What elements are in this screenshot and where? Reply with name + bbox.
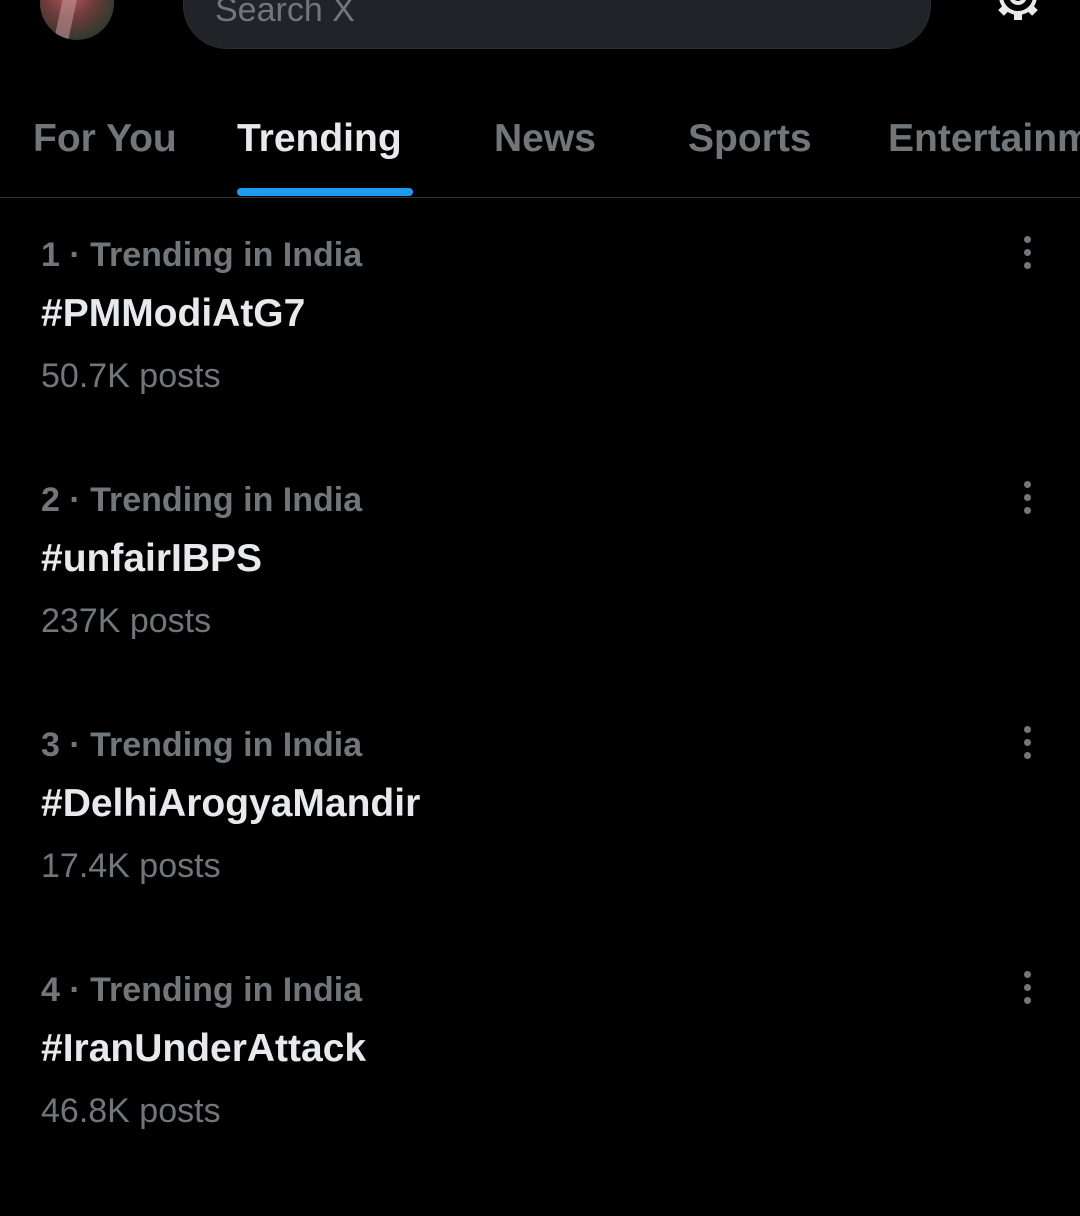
more-options-icon[interactable] [1008, 477, 1048, 519]
active-tab-indicator [237, 188, 413, 196]
avatar-image-detail [54, 0, 84, 40]
trend-meta: 4 · Trending in India [41, 971, 363, 1009]
trend-item[interactable]: 4 · Trending in India #IranUnderAttack 4… [0, 971, 1080, 1216]
trend-item[interactable]: 3 · Trending in India #DelhiArogyaMandir… [0, 726, 1080, 971]
trend-name: #unfairIBPS [41, 537, 263, 580]
explore-tabs: For You Trending News Sports Entertainme… [0, 100, 1080, 198]
tab-for-you[interactable]: For You [33, 117, 177, 161]
tab-news[interactable]: News [494, 117, 596, 161]
more-options-icon[interactable] [1008, 232, 1048, 274]
gear-icon[interactable] [988, 0, 1048, 32]
trend-name: #PMModiAtG7 [41, 292, 306, 335]
profile-avatar[interactable] [40, 0, 114, 40]
trend-post-count: 50.7K posts [41, 357, 221, 395]
top-bar: Search X [0, 0, 1080, 60]
trend-meta: 1 · Trending in India [41, 236, 363, 274]
more-options-icon[interactable] [1008, 722, 1048, 764]
search-placeholder: Search X [215, 0, 355, 29]
tab-sports[interactable]: Sports [688, 117, 812, 161]
trend-item[interactable]: 2 · Trending in India #unfairIBPS 237K p… [0, 481, 1080, 726]
trend-meta: 2 · Trending in India [41, 481, 363, 519]
tab-entertainment[interactable]: Entertainment [888, 117, 1080, 161]
search-input[interactable]: Search X [183, 0, 931, 49]
trend-post-count: 237K posts [41, 602, 212, 640]
more-options-icon[interactable] [1008, 967, 1048, 1009]
trend-name: #DelhiArogyaMandir [41, 782, 421, 825]
trend-meta: 3 · Trending in India [41, 726, 363, 764]
trend-name: #IranUnderAttack [41, 1027, 367, 1070]
trend-post-count: 17.4K posts [41, 847, 221, 885]
tab-trending[interactable]: Trending [237, 117, 402, 161]
trend-post-count: 46.8K posts [41, 1092, 221, 1130]
trend-item[interactable]: 1 · Trending in India #PMModiAtG7 50.7K … [0, 236, 1080, 481]
